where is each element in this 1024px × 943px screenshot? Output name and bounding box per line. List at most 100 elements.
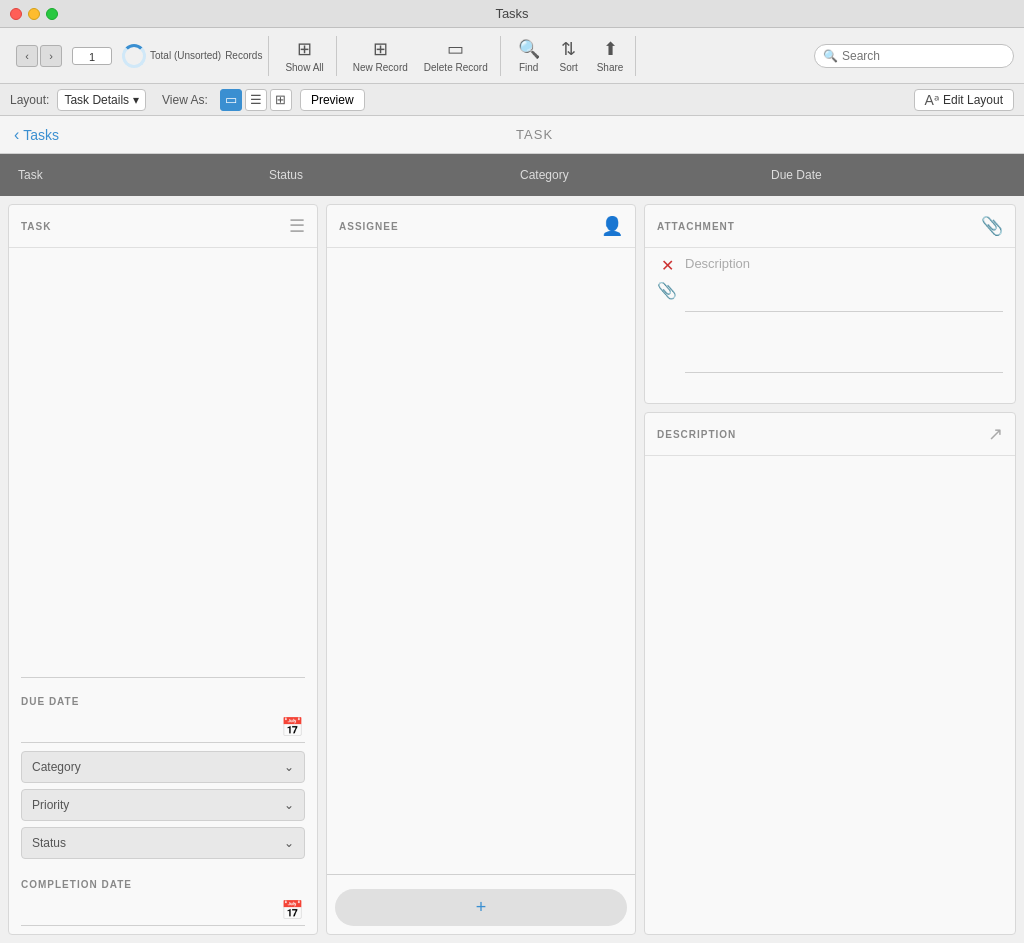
delete-record-label: Delete Record — [424, 62, 488, 73]
prev-record-button[interactable]: ‹ — [16, 45, 38, 67]
layout-bar: Layout: Task Details ▾ View As: ▭ ☰ ⊞ Pr… — [0, 84, 1024, 116]
records-label: Records — [225, 50, 262, 61]
window-title: Tasks — [495, 6, 528, 21]
category-label: Category — [32, 760, 81, 774]
task-panel-header: TASK ☰ — [9, 205, 317, 248]
find-button[interactable]: 🔍 Find — [511, 34, 547, 77]
assignee-panel-header: ASSIGNEE 👤 — [327, 205, 635, 248]
attachment-row: ✕ 📎 Description — [645, 248, 1015, 381]
remove-attachment-button[interactable]: ✕ — [661, 256, 674, 275]
nav-arrows: ‹ › — [16, 45, 62, 67]
task-list-icon[interactable]: ☰ — [289, 215, 305, 237]
description-panel-title: DESCRIPTION — [657, 429, 736, 440]
category-dropdown[interactable]: Category ⌄ — [21, 751, 305, 783]
view-as-label: View As: — [162, 93, 208, 107]
list-view-button[interactable]: ☰ — [245, 89, 267, 111]
edit-layout-button[interactable]: Aᵃ Edit Layout — [914, 89, 1014, 111]
add-assignee-area: + — [327, 875, 635, 934]
back-button[interactable]: ‹ Tasks — [14, 126, 59, 144]
delete-record-button[interactable]: ▭ Delete Record — [418, 34, 494, 77]
form-view-button[interactable]: ▭ — [220, 89, 242, 111]
col-category: Category — [512, 168, 763, 182]
completion-date-label: COMPLETION DATE — [21, 879, 305, 890]
nav-bar: ‹ Tasks TASK — [0, 116, 1024, 154]
description-panel-body[interactable] — [645, 456, 1015, 934]
close-button[interactable] — [10, 8, 22, 20]
total-label: Total (Unsorted) — [150, 50, 221, 61]
next-record-button[interactable]: › — [40, 45, 62, 67]
search-input[interactable] — [842, 49, 1005, 63]
view-icons: ▭ ☰ ⊞ — [220, 89, 292, 111]
task-field-area[interactable] — [21, 256, 305, 678]
attachment-panel-title: ATTACHMENT — [657, 221, 735, 232]
find-label: Find — [519, 62, 538, 73]
attachment-panel-header: ATTACHMENT 📎 — [645, 205, 1015, 248]
sort-button[interactable]: ⇅ Sort — [551, 34, 587, 77]
attach-controls: ✕ 📎 — [657, 256, 677, 300]
paperclip-icon[interactable]: 📎 — [981, 215, 1003, 237]
preview-button[interactable]: Preview — [300, 89, 365, 111]
person-icon[interactable]: 👤 — [601, 215, 623, 237]
status-dropdown[interactable]: Status ⌄ — [21, 827, 305, 859]
record-number-input[interactable]: 1 — [72, 47, 112, 65]
back-chevron-icon: ‹ — [14, 126, 19, 144]
task-panel-body: DUE DATE 📅 Category ⌄ Priority ⌄ Status … — [9, 248, 317, 934]
window-controls — [10, 8, 58, 20]
record-counter: 1 — [72, 47, 112, 65]
show-all-button[interactable]: ⊞ Show All — [279, 34, 329, 77]
task-panel: TASK ☰ DUE DATE 📅 Category ⌄ — [8, 204, 318, 935]
status-label: Status — [32, 836, 66, 850]
right-panels: ATTACHMENT 📎 ✕ 📎 Description — [644, 204, 1016, 935]
attach-file-button[interactable]: 📎 — [657, 281, 677, 300]
search-box[interactable]: 🔍 — [814, 44, 1014, 68]
find-icon: 🔍 — [518, 38, 540, 60]
app-window: Tasks ‹ › 1 Total (Unsorted) Records ⊞ — [0, 0, 1024, 943]
record-actions-group: ⊞ New Record ▭ Delete Record — [341, 36, 501, 76]
sort-icon: ⇅ — [561, 38, 576, 60]
description-panel: DESCRIPTION ↗ — [644, 412, 1016, 935]
maximize-button[interactable] — [46, 8, 58, 20]
show-all-label: Show All — [285, 62, 323, 73]
due-date-section: DUE DATE 📅 — [21, 686, 305, 743]
edit-layout-label: Edit Layout — [943, 93, 1003, 107]
toolbar: ‹ › 1 Total (Unsorted) Records ⊞ Show Al… — [0, 28, 1024, 84]
layout-select-value: Task Details — [64, 93, 129, 107]
back-label: Tasks — [23, 127, 59, 143]
description-line — [685, 311, 1003, 312]
col-status: Status — [261, 168, 512, 182]
table-header: Task Status Category Due Date — [0, 154, 1024, 196]
assignee-panel-title: ASSIGNEE — [339, 221, 399, 232]
external-link-icon[interactable]: ↗ — [988, 423, 1003, 445]
due-date-label: DUE DATE — [21, 696, 305, 707]
new-record-button[interactable]: ⊞ New Record — [347, 34, 414, 77]
grid-view-button[interactable]: ⊞ — [270, 89, 292, 111]
minimize-button[interactable] — [28, 8, 40, 20]
category-chevron-icon: ⌄ — [284, 760, 294, 774]
navigation-group: ‹ › 1 Total (Unsorted) Records — [10, 36, 269, 76]
priority-chevron-icon: ⌄ — [284, 798, 294, 812]
attachment-description-text: Description — [685, 256, 1003, 271]
font-icon: Aᵃ — [925, 92, 939, 108]
new-record-label: New Record — [353, 62, 408, 73]
layout-select[interactable]: Task Details ▾ — [57, 89, 146, 111]
calendar-icon[interactable]: 📅 — [281, 716, 303, 738]
search-icon: 🔍 — [823, 49, 838, 63]
assignee-panel-body[interactable] — [327, 248, 635, 875]
completion-date-section: COMPLETION DATE 📅 — [21, 869, 305, 926]
status-chevron-icon: ⌄ — [284, 836, 294, 850]
share-button[interactable]: ⬆ Share — [591, 34, 630, 77]
priority-label: Priority — [32, 798, 69, 812]
attachment-description-area[interactable]: Description — [685, 256, 1003, 373]
priority-dropdown[interactable]: Priority ⌄ — [21, 789, 305, 821]
find-sort-share-group: 🔍 Find ⇅ Sort ⬆ Share — [505, 36, 637, 76]
delete-record-icon: ▭ — [447, 38, 464, 60]
show-all-icon: ⊞ — [297, 38, 312, 60]
new-record-icon: ⊞ — [373, 38, 388, 60]
completion-calendar-icon[interactable]: 📅 — [281, 899, 303, 921]
main-content: TASK ☰ DUE DATE 📅 Category ⌄ — [0, 196, 1024, 943]
show-all-group: ⊞ Show All — [273, 36, 336, 76]
add-assignee-button[interactable]: + — [335, 889, 627, 926]
task-panel-title: TASK — [21, 221, 51, 232]
col-due-date: Due Date — [763, 168, 1014, 182]
share-icon: ⬆ — [603, 38, 618, 60]
